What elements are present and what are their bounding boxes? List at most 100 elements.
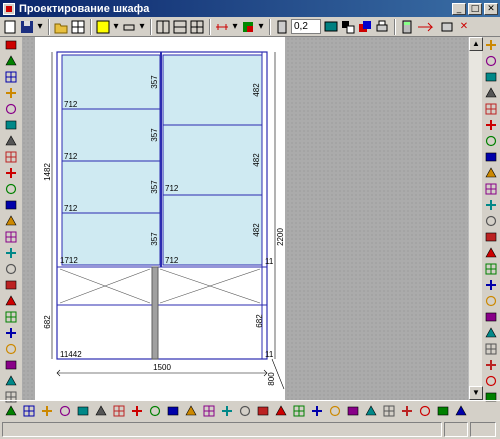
right-tool-icon[interactable]	[483, 229, 499, 245]
vertical-scrollbar[interactable]: ▲ ▼	[468, 37, 483, 400]
layout-tool-icon[interactable]	[111, 403, 127, 419]
right-tool-icon[interactable]	[483, 197, 499, 213]
save-icon[interactable]	[19, 19, 35, 35]
settings-icon[interactable]	[439, 19, 455, 35]
layout-tool-icon[interactable]	[255, 403, 271, 419]
left-tool-icon[interactable]	[3, 229, 19, 245]
render-icon[interactable]	[340, 19, 356, 35]
layout-tool-icon[interactable]	[309, 403, 325, 419]
shape-icon[interactable]	[121, 19, 137, 35]
right-tool-icon[interactable]	[483, 181, 499, 197]
right-tool-icon[interactable]	[483, 325, 499, 341]
left-tool-icon[interactable]	[3, 277, 19, 293]
left-tool-icon[interactable]	[3, 245, 19, 261]
left-tool-icon[interactable]	[3, 213, 19, 229]
right-tool-icon[interactable]	[483, 69, 499, 85]
right-tool-icon[interactable]	[483, 309, 499, 325]
dropdown-arrow-icon[interactable]: ▾	[112, 19, 120, 35]
drawing-workspace[interactable]: 1482 682 2200 1500 800 682 712 712 712 1…	[22, 37, 468, 400]
right-tool-icon[interactable]	[483, 117, 499, 133]
layout-tool-icon[interactable]	[363, 403, 379, 419]
monitor-icon[interactable]	[323, 19, 339, 35]
grid-icon[interactable]	[70, 19, 86, 35]
shelf-compartment[interactable]	[162, 194, 263, 266]
right-tool-icon[interactable]	[483, 53, 499, 69]
dropdown-arrow-icon[interactable]: ▾	[138, 19, 146, 35]
right-tool-icon[interactable]	[483, 149, 499, 165]
layout-tool-icon[interactable]	[165, 403, 181, 419]
material-icon[interactable]	[240, 19, 256, 35]
right-tool-icon[interactable]	[483, 245, 499, 261]
left-tool-icon[interactable]	[3, 53, 19, 69]
layout-tool-icon[interactable]	[75, 403, 91, 419]
layout-tool-icon[interactable]	[453, 403, 469, 419]
left-tool-icon[interactable]	[3, 165, 19, 181]
layout-tool-icon[interactable]	[237, 403, 253, 419]
right-tool-icon[interactable]	[483, 37, 499, 53]
layout-tool-icon[interactable]	[21, 403, 37, 419]
layout-tool-icon[interactable]	[93, 403, 109, 419]
left-tool-icon[interactable]	[3, 69, 19, 85]
layout-tool-icon[interactable]	[273, 403, 289, 419]
left-tool-icon[interactable]	[3, 357, 19, 373]
left-tool-icon[interactable]	[3, 197, 19, 213]
layout-tool-icon[interactable]	[399, 403, 415, 419]
open-folder-icon[interactable]	[53, 19, 69, 35]
scroll-up-arrow-icon[interactable]: ▲	[469, 37, 483, 51]
layout-tool-icon[interactable]	[381, 403, 397, 419]
left-tool-icon[interactable]	[3, 341, 19, 357]
layout-tool-icon[interactable]	[435, 403, 451, 419]
right-tool-icon[interactable]	[483, 277, 499, 293]
layout-tool-icon[interactable]	[417, 403, 433, 419]
left-tool-icon[interactable]	[3, 309, 19, 325]
dropdown-arrow-icon[interactable]: ▾	[257, 19, 265, 35]
layers-icon[interactable]	[357, 19, 373, 35]
layout-tool-icon[interactable]	[345, 403, 361, 419]
right-tool-icon[interactable]	[483, 373, 499, 389]
right-tool-icon[interactable]	[483, 165, 499, 181]
left-tool-icon[interactable]	[3, 133, 19, 149]
layout-tool-icon[interactable]	[201, 403, 217, 419]
new-file-icon[interactable]	[2, 19, 18, 35]
right-tool-icon[interactable]	[483, 341, 499, 357]
scroll-down-arrow-icon[interactable]: ▼	[469, 386, 483, 400]
layout-tool-icon[interactable]	[291, 403, 307, 419]
right-tool-icon[interactable]	[483, 293, 499, 309]
layout-tool-icon[interactable]	[219, 403, 235, 419]
layout-tool-icon[interactable]	[129, 403, 145, 419]
right-tool-icon[interactable]	[483, 133, 499, 149]
right-tool-icon[interactable]	[483, 85, 499, 101]
left-tool-icon[interactable]	[3, 373, 19, 389]
layout-tool-icon[interactable]	[183, 403, 199, 419]
panel-vertical-icon[interactable]	[155, 19, 171, 35]
left-tool-icon[interactable]	[3, 261, 19, 277]
panel-cross-icon[interactable]	[189, 19, 205, 35]
dimension-icon[interactable]	[214, 19, 230, 35]
left-tool-icon[interactable]	[3, 101, 19, 117]
minimize-button[interactable]: _	[452, 2, 466, 15]
right-tool-icon[interactable]	[483, 261, 499, 277]
layout-tool-icon[interactable]	[39, 403, 55, 419]
shelf-compartment[interactable]	[162, 54, 263, 126]
color-fill-icon[interactable]	[95, 19, 111, 35]
right-tool-icon[interactable]	[483, 101, 499, 117]
panel-horizontal-icon[interactable]	[172, 19, 188, 35]
left-tool-icon[interactable]	[3, 325, 19, 341]
left-tool-icon[interactable]	[3, 37, 19, 53]
exit-icon[interactable]: ✕	[456, 19, 472, 35]
left-tool-icon[interactable]	[3, 117, 19, 133]
close-button[interactable]: ✕	[484, 2, 498, 15]
zoom-input[interactable]: 0,2	[291, 19, 321, 34]
layout-tool-icon[interactable]	[3, 403, 19, 419]
calculator-icon[interactable]	[399, 19, 415, 35]
right-tool-icon[interactable]	[483, 213, 499, 229]
left-tool-icon[interactable]	[3, 149, 19, 165]
right-tool-icon[interactable]	[483, 357, 499, 373]
layout-tool-icon[interactable]	[57, 403, 73, 419]
layout-tool-icon[interactable]	[147, 403, 163, 419]
left-tool-icon[interactable]	[3, 293, 19, 309]
zoom-icon[interactable]	[274, 19, 290, 35]
export-icon[interactable]	[416, 19, 438, 35]
print-icon[interactable]	[374, 19, 390, 35]
dropdown-arrow-icon[interactable]: ▾	[231, 19, 239, 35]
